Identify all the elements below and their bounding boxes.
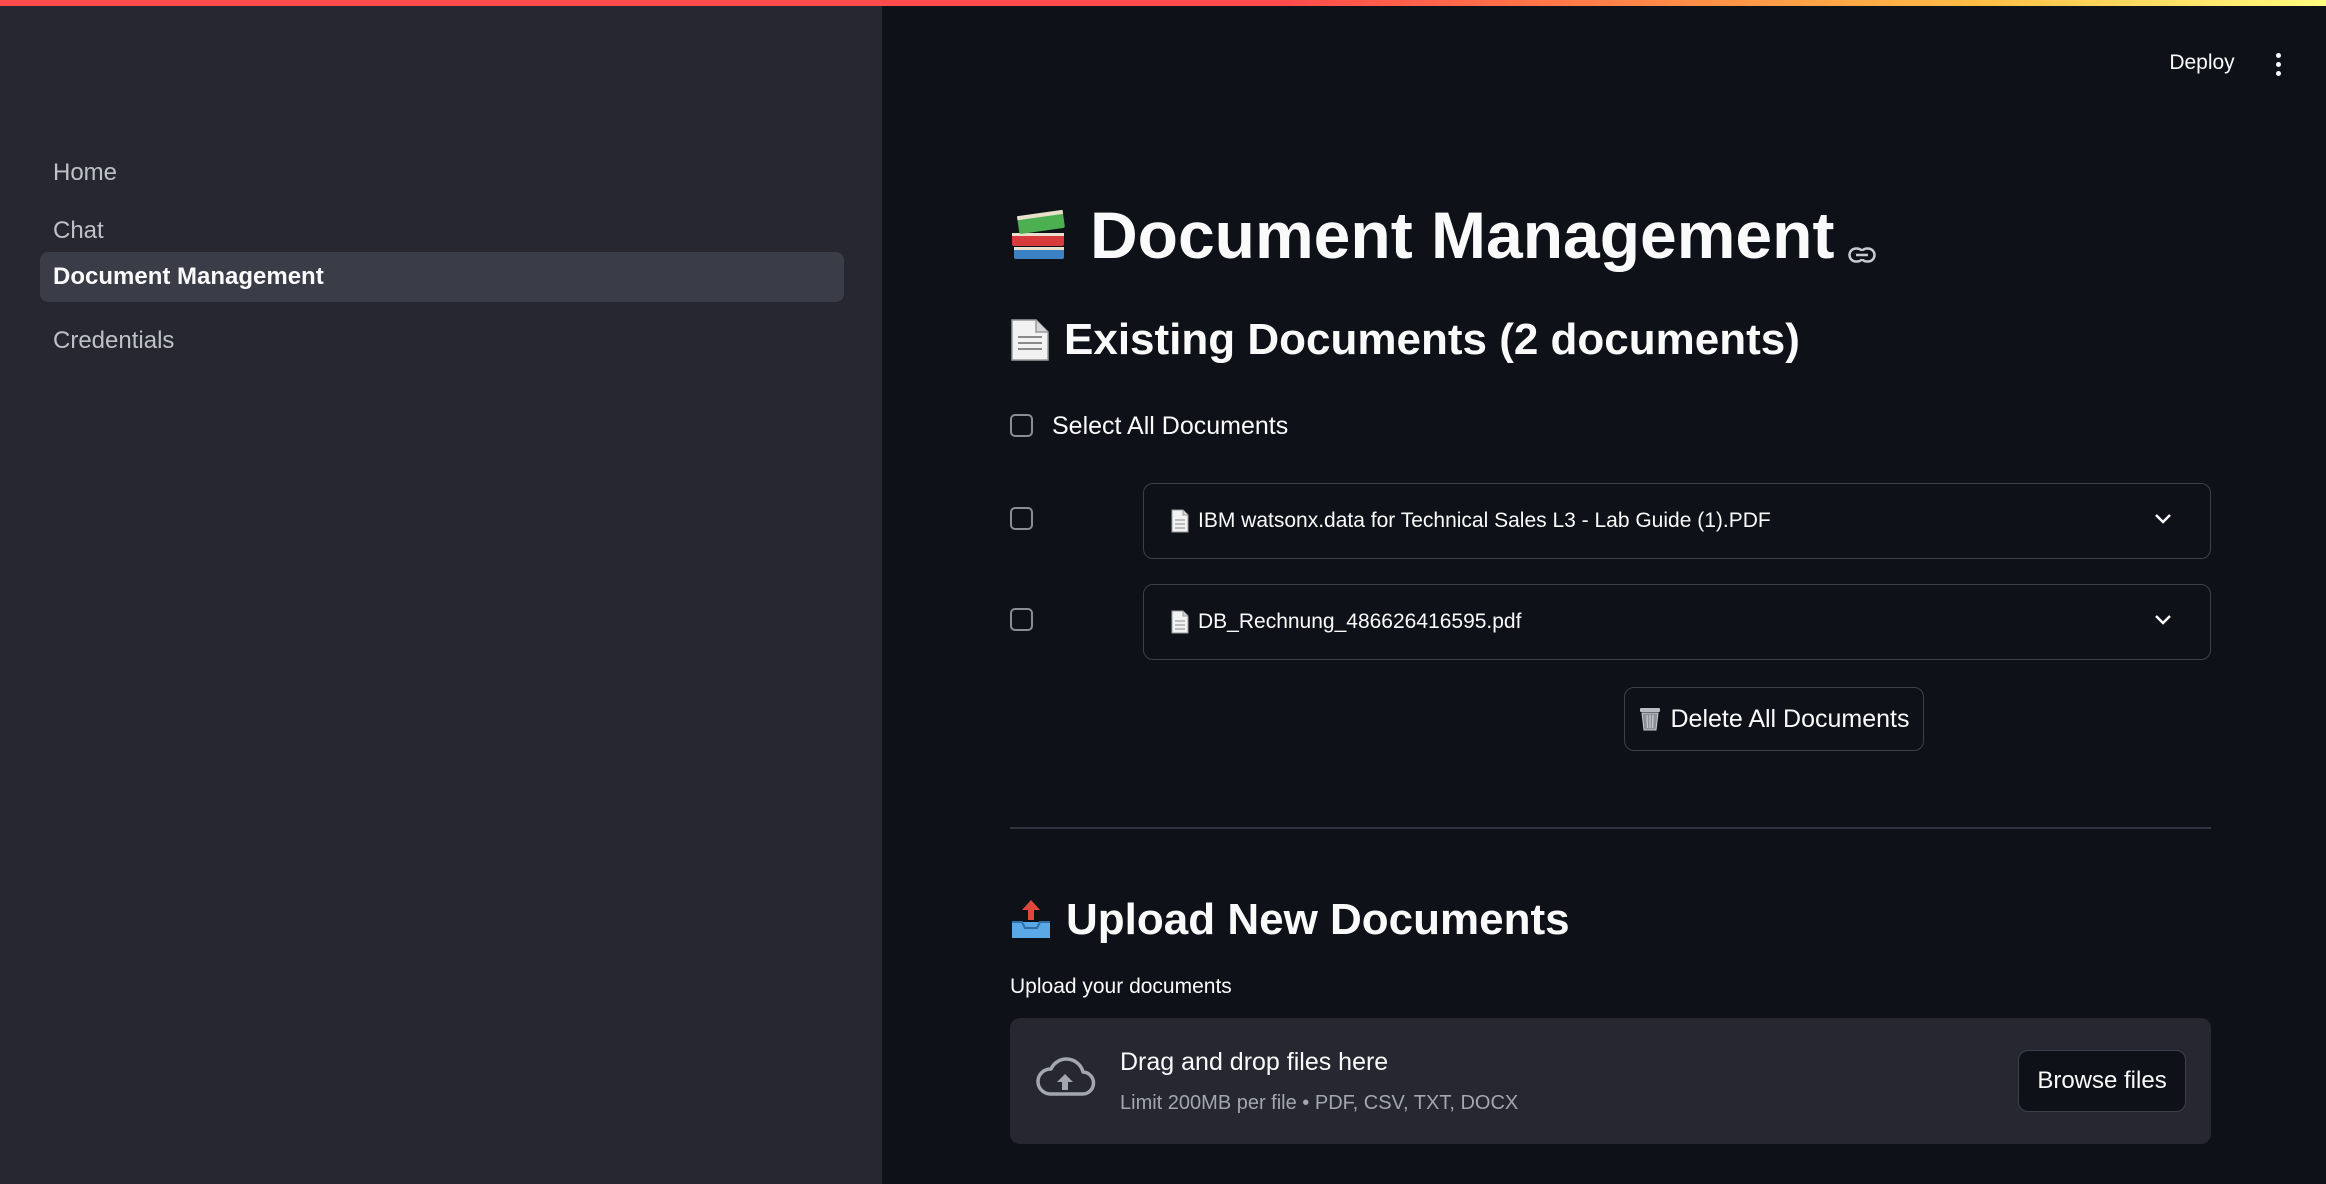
document-checkbox[interactable]: [1010, 507, 1033, 530]
page-title-text: Document Management: [1090, 198, 1835, 272]
chevron-down-icon[interactable]: [2154, 613, 2172, 631]
document-icon: [1008, 317, 1052, 363]
sidebar-item-credentials[interactable]: Credentials: [40, 316, 844, 366]
existing-documents-heading: Existing Documents (2 documents): [1008, 310, 1800, 370]
file-icon: [1170, 509, 1190, 533]
delete-all-documents-label: Delete All Documents: [1670, 704, 1910, 733]
section-divider: [1010, 827, 2211, 829]
document-name: IBM watsonx.data for Technical Sales L3 …: [1198, 509, 1771, 532]
upload-documents-heading: Upload New Documents: [1008, 890, 1570, 950]
books-icon: [1008, 203, 1072, 267]
file-dropzone[interactable]: Drag and drop files here Limit 200MB per…: [1010, 1018, 2211, 1144]
chevron-down-icon[interactable]: [2154, 512, 2172, 530]
existing-documents-heading-text: Existing Documents (2 documents): [1064, 315, 1800, 364]
document-checkbox[interactable]: [1010, 608, 1033, 631]
sidebar: Home Chat Document Management Credential…: [0, 6, 882, 1184]
file-icon: [1170, 610, 1190, 634]
dropzone-subtitle: Limit 200MB per file • PDF, CSV, TXT, DO…: [1120, 1092, 1519, 1114]
wastebasket-icon: [1638, 706, 1662, 732]
upload-documents-heading-text: Upload New Documents: [1066, 895, 1570, 944]
upload-field-label: Upload your documents: [1010, 975, 1232, 998]
sidebar-item-document-management[interactable]: Document Management: [40, 252, 844, 302]
document-expander[interactable]: DB_Rechnung_486626416595.pdf: [1143, 584, 2211, 660]
delete-all-documents-button[interactable]: Delete All Documents: [1624, 687, 1924, 751]
document-name: DB_Rechnung_486626416595.pdf: [1198, 610, 1522, 633]
page-title: Document Management: [1008, 190, 1877, 280]
select-all-label[interactable]: Select All Documents: [1052, 410, 1288, 442]
sidebar-item-chat[interactable]: Chat: [40, 206, 844, 256]
select-all-checkbox[interactable]: [1010, 414, 1033, 437]
deploy-button[interactable]: Deploy: [2150, 42, 2254, 84]
outbox-tray-icon: [1008, 898, 1054, 942]
anchor-link-icon[interactable]: [1848, 202, 1877, 278]
document-expander[interactable]: IBM watsonx.data for Technical Sales L3 …: [1143, 483, 2211, 559]
sidebar-item-home[interactable]: Home: [40, 148, 844, 198]
cloud-upload-icon: [1034, 1054, 1096, 1107]
browse-files-button[interactable]: Browse files: [2018, 1050, 2186, 1112]
kebab-menu-icon[interactable]: [2268, 44, 2288, 84]
dropzone-title: Drag and drop files here: [1120, 1048, 1389, 1076]
